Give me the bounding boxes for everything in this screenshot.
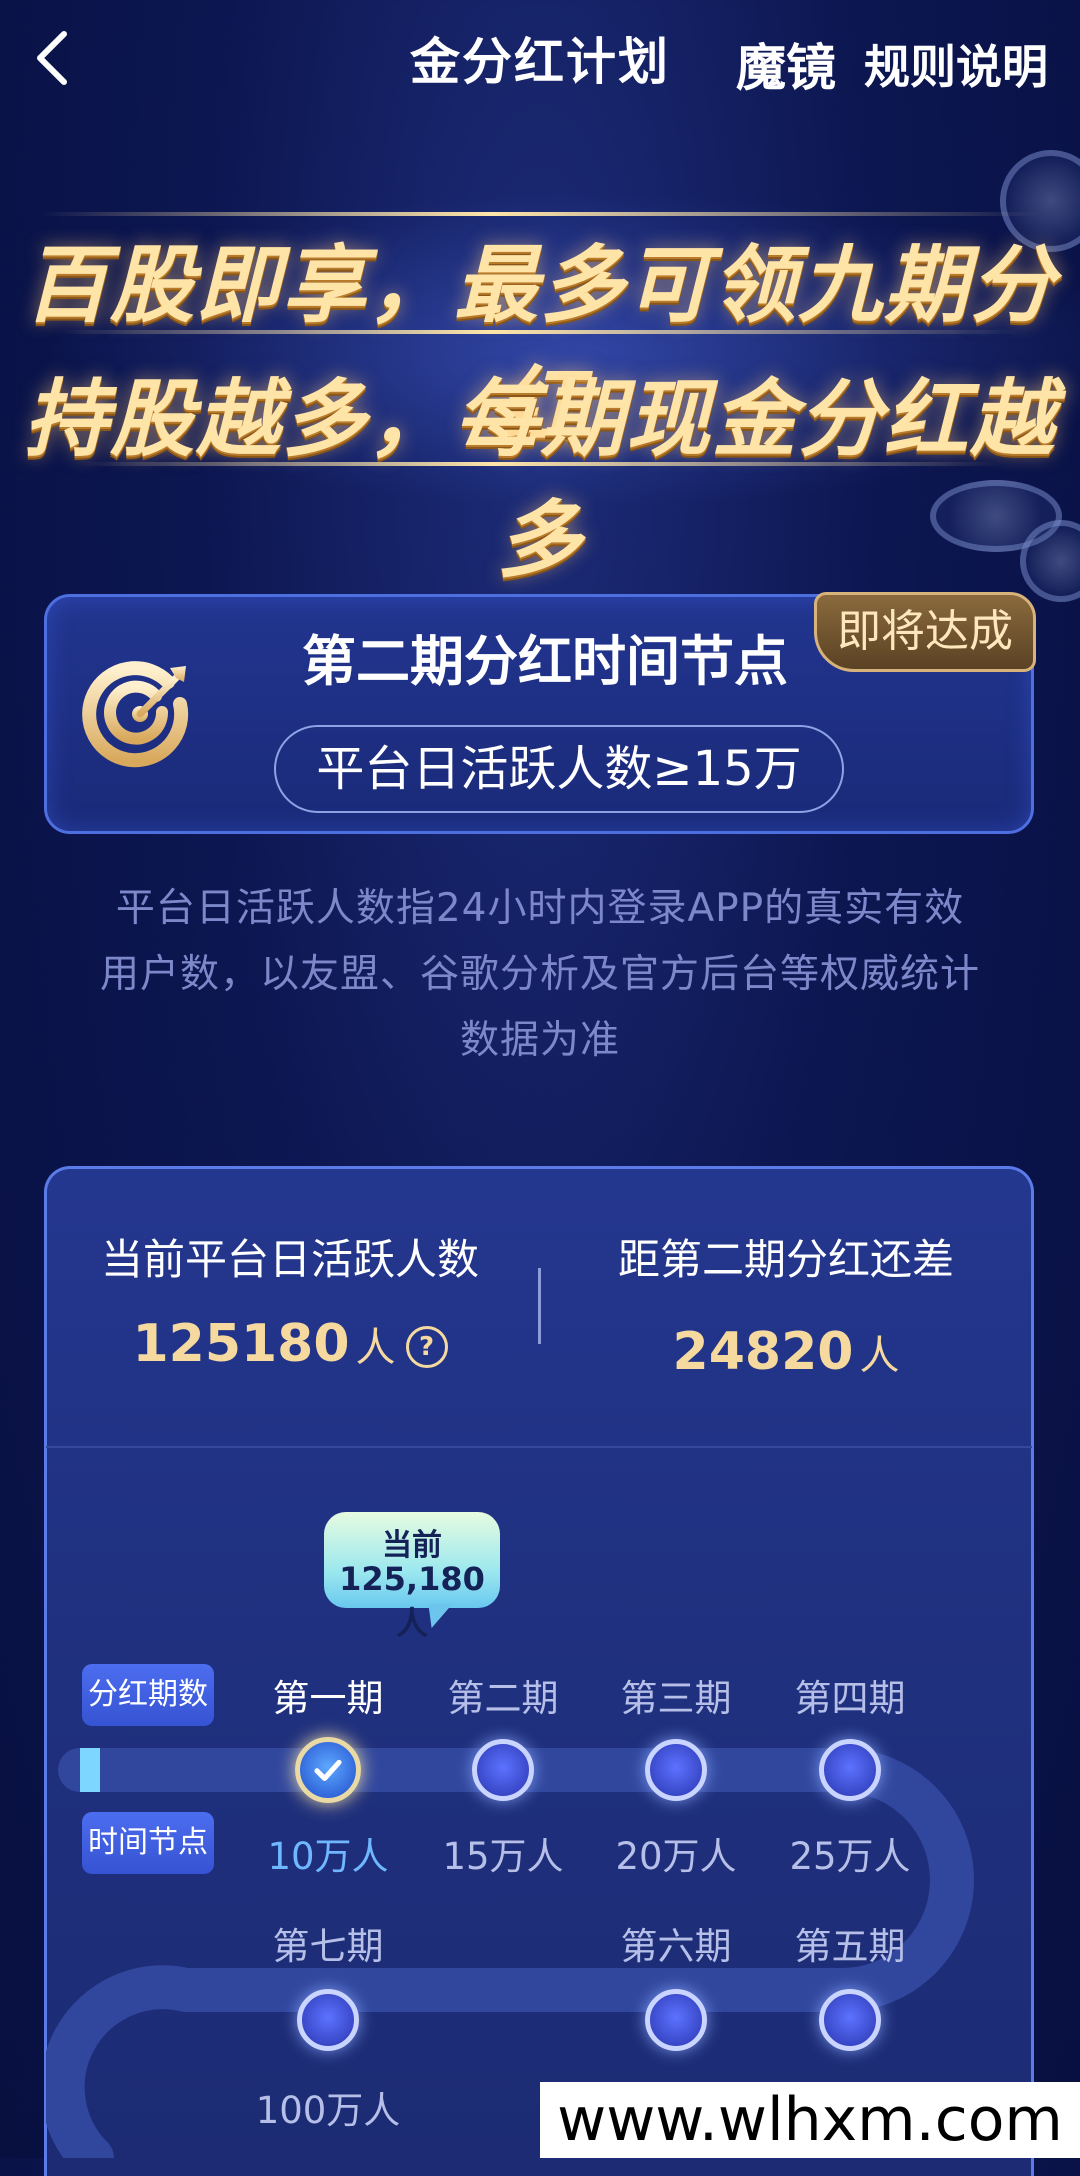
current-dau-label: 当前平台日活跃人数: [100, 1235, 479, 1284]
watermark: www.wlhxm.com: [540, 2082, 1080, 2158]
rules-link[interactable]: 规则说明: [864, 31, 1048, 97]
header-actions: 魔镜 规则说明: [736, 28, 1048, 100]
remaining-unit: 人: [859, 1333, 900, 1379]
tooltip-title: 当前: [382, 1528, 442, 1563]
milestone-node-7: [297, 1989, 359, 2051]
threshold-label-3: 20万人: [615, 1835, 737, 1878]
period-label-3: 第三期: [620, 1677, 732, 1720]
tooltip-value: 125,180 人: [339, 1560, 485, 1642]
current-dau-value: 125180 人?: [70, 1314, 510, 1374]
milestone-node-5: [819, 1989, 881, 2051]
milestone-node-2: [472, 1739, 534, 1801]
threshold-label-7: 100万人: [255, 2089, 401, 2132]
remaining-value: 24820 人: [566, 1322, 1006, 1382]
section-divider: [46, 1446, 1032, 1448]
milestone-node-4: [819, 1739, 881, 1801]
period-label-2: 第二期: [447, 1677, 559, 1720]
milestone-node-3: [645, 1739, 707, 1801]
help-icon[interactable]: ?: [405, 1326, 448, 1368]
banner-headline-2: 持股越多，每期现金分红越多: [23, 370, 1056, 589]
milestone-node-6: [645, 1989, 707, 2051]
status-badge: 即将达成: [814, 592, 1036, 672]
remaining-label: 距第二期分红还差: [617, 1235, 954, 1284]
period-label-6: 第六期: [620, 1925, 732, 1968]
milestone-title: 第二期分红时间节点: [302, 630, 788, 693]
milestone-node-1: [295, 1737, 361, 1803]
description-line: 数据为准: [459, 1018, 620, 1063]
remaining-number: 24820: [672, 1322, 854, 1382]
threshold-label-1: 10万人: [267, 1835, 389, 1878]
description-text: 平台日活跃人数指24小时内登录APP的真实有效 用户数，以友盟、谷歌分析及官方后…: [80, 876, 1000, 1074]
stats-divider: [538, 1268, 541, 1344]
banner-divider: [60, 330, 1020, 334]
brand-name: 魔镜: [736, 39, 836, 97]
current-tooltip: 当前 125,180 人: [324, 1512, 500, 1642]
threshold-label-4: 25万人: [789, 1835, 911, 1878]
current-dau-unit: 人: [355, 1325, 396, 1371]
current-dau-number: 125180: [132, 1314, 350, 1374]
period-label-4: 第四期: [794, 1677, 906, 1720]
banner-divider: [80, 462, 1000, 466]
check-icon: [314, 1759, 342, 1782]
milestone-condition: 平台日活跃人数≥15万: [274, 725, 844, 813]
period-label-1: 第一期: [272, 1677, 384, 1720]
description-line: 平台日活跃人数指24小时内登录APP的真实有效: [115, 886, 965, 931]
banner-divider: [40, 212, 1040, 216]
period-label-7: 第七期: [272, 1925, 384, 1968]
target-icon: [82, 661, 189, 768]
description-line: 用户数，以友盟、谷歌分析及官方后台等权威统计: [99, 952, 980, 997]
period-label-5: 第五期: [794, 1925, 906, 1968]
threshold-label-2: 15万人: [442, 1835, 564, 1878]
